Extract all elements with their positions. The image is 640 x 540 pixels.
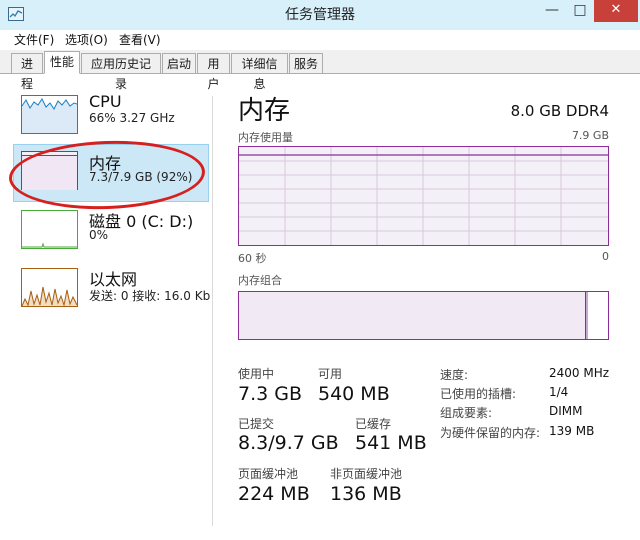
usage-graph-label: 内存使用量 (238, 131, 293, 144)
form-factor-value: DIMM (549, 404, 583, 418)
cached-value: 541 MB (355, 432, 427, 454)
memory-usage-graph (238, 146, 609, 246)
committed-value: 8.3/9.7 GB (238, 432, 339, 454)
disk-detail: 0% (89, 228, 109, 242)
tab-users[interactable]: 用户 (197, 53, 230, 91)
time-axis-label: 60 秒 (238, 252, 267, 265)
available-label: 可用 (318, 367, 343, 381)
speed-label: 速度: (440, 368, 469, 382)
modified-segment (586, 292, 588, 339)
sidebar-item-cpu[interactable]: CPU (89, 92, 122, 111)
memory-composition-bar (238, 291, 609, 340)
menu-file[interactable]: 文件(F) (14, 30, 54, 50)
cached-label: 已缓存 (355, 417, 392, 431)
disk-thumbnail-graph[interactable] (21, 210, 78, 249)
page-title: 内存 (238, 96, 291, 126)
nonpaged-pool-value: 136 MB (330, 483, 402, 505)
nonpaged-pool-label: 非页面缓冲池 (330, 467, 403, 481)
close-button[interactable]: ✕ (594, 0, 638, 22)
paged-pool-label: 页面缓冲池 (238, 467, 299, 481)
horizontal-scrollbar[interactable] (212, 532, 640, 540)
tab-startup[interactable]: 启动 (162, 53, 196, 73)
tab-app-history[interactable]: 应用历史记录 (81, 53, 161, 91)
available-value: 540 MB (318, 383, 390, 405)
in-use-label: 使用中 (238, 367, 275, 381)
maximize-button[interactable]: □ (566, 0, 594, 22)
ethernet-detail: 发送: 0 接收: 16.0 Kbp (89, 289, 211, 303)
usage-graph-max: 7.9 GB (571, 129, 609, 142)
speed-value: 2400 MHz (549, 366, 610, 380)
time-axis-zero: 0 (602, 250, 609, 263)
tab-details[interactable]: 详细信息 (231, 53, 288, 91)
slots-used-label: 已使用的插槽: (440, 387, 517, 401)
menu-options[interactable]: 选项(O) (65, 30, 108, 50)
tab-performance[interactable]: 性能 (44, 51, 80, 74)
cpu-thumbnail-graph[interactable] (21, 95, 78, 134)
ethernet-thumbnail-graph[interactable] (21, 268, 78, 307)
hardware-reserved-label: 为硬件保留的内存: (440, 426, 541, 440)
composition-label: 内存组合 (238, 274, 282, 287)
in-use-segment (239, 292, 586, 339)
paged-pool-value: 224 MB (238, 483, 310, 505)
pane-divider[interactable] (212, 96, 213, 526)
slots-used-value: 1/4 (549, 385, 569, 399)
menu-view[interactable]: 查看(V) (119, 30, 161, 50)
hardware-reserved-value: 139 MB (549, 424, 595, 438)
minimize-button[interactable]: — (538, 0, 566, 22)
cpu-detail: 66% 3.27 GHz (89, 111, 175, 125)
form-factor-label: 组成要素: (440, 406, 493, 420)
memory-spec: 8.0 GB DDR4 (510, 102, 609, 120)
tab-services[interactable]: 服务 (289, 53, 323, 73)
committed-label: 已提交 (238, 417, 275, 431)
in-use-value: 7.3 GB (238, 383, 303, 405)
tab-processes[interactable]: 进程 (11, 53, 43, 91)
